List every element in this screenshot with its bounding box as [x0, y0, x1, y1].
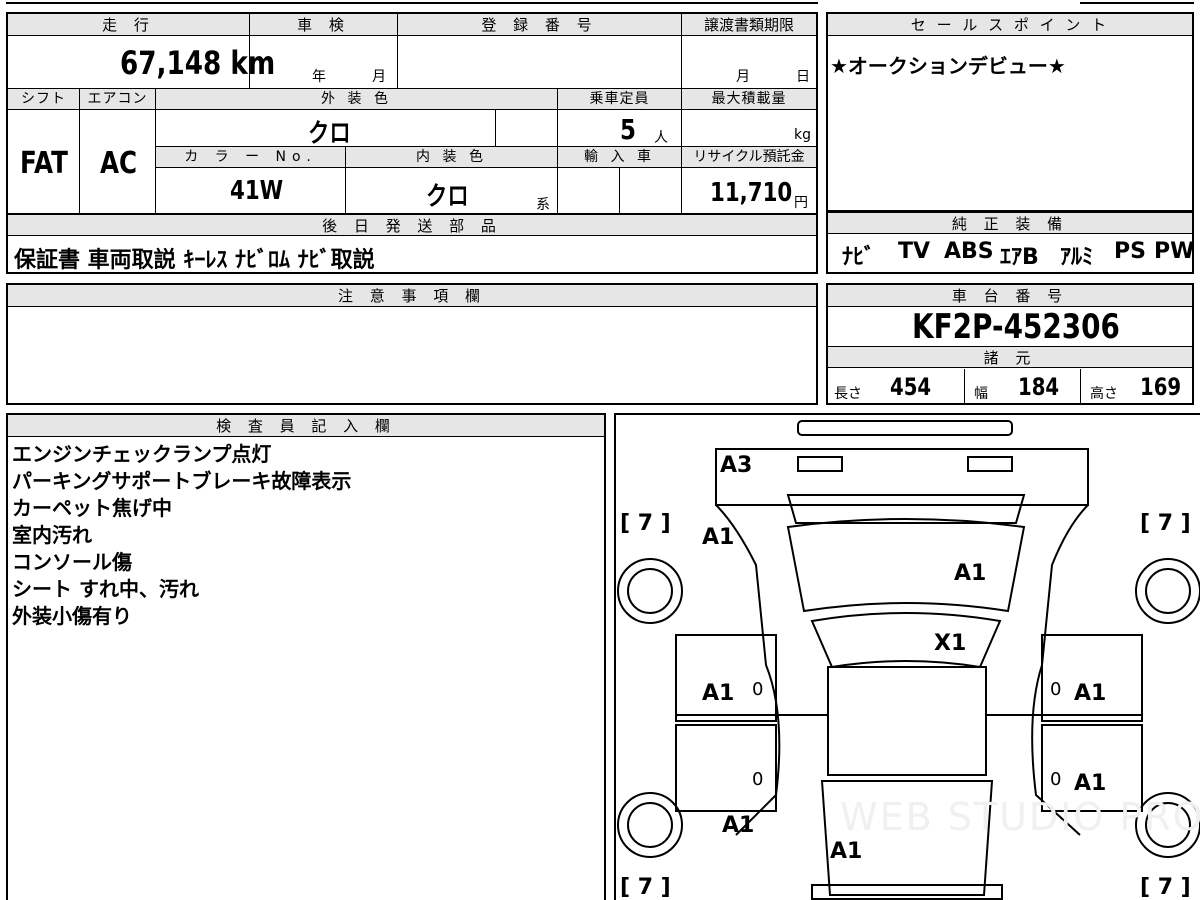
bracket-front-left: [ 7 ]: [620, 875, 671, 900]
damage-mark-right-rear-door: A1: [1074, 771, 1107, 796]
later-parts-value: 保証書 車両取説 ｷｰﾚｽ ﾅﾋﾞﾛﾑ ﾅﾋﾞ取説: [14, 248, 375, 273]
sales-point-box: セ ー ル ス ポ イ ン ト ★オークションデビュー★: [826, 12, 1194, 212]
aircon-header: エアコン: [80, 89, 156, 110]
equip-alloy: ｱﾙﾐ: [1060, 245, 1094, 270]
chassis-header: 車 台 番 号: [828, 285, 1192, 307]
damage-mark-left-rear-quarter: A1: [722, 813, 755, 838]
color-no-value: 41W: [230, 176, 284, 206]
notes-header: 注 意 事 項 欄: [8, 285, 816, 307]
equip-tv: TV: [898, 239, 931, 264]
chassis-number: KF2P-452306: [912, 307, 1120, 347]
capacity-unit: 人: [654, 130, 668, 146]
mileage-header: 走 行: [8, 14, 250, 36]
inspector-note: パーキングサポートブレーキ故障表示: [12, 469, 352, 493]
later-parts-header: 後 日 発 送 部 品: [8, 214, 816, 236]
inspector-note: カーペット焦げ中: [12, 496, 172, 520]
length-value: 454: [890, 373, 932, 401]
deadline-month-unit: 月: [736, 69, 750, 85]
registration-value: [398, 36, 682, 89]
inspector-note: シート すれ中、汚れ: [12, 577, 199, 601]
inspection-year-unit: 年: [312, 69, 326, 85]
damage-mark-left-fender: A1: [702, 525, 735, 550]
damage-mark-rear-center: A1: [830, 839, 863, 864]
aircon-value: AC: [100, 146, 138, 181]
damage-mark-windshield: X1: [934, 631, 967, 656]
bracket-rear-right: [ 7 ]: [1140, 511, 1191, 536]
inspector-note: コンソール傷: [12, 550, 132, 574]
damage-mark-left-front-door: A1: [702, 681, 735, 706]
height-value: 169: [1140, 373, 1182, 401]
inspection-header: 車 検: [250, 14, 398, 36]
damage-mark-hood: A1: [954, 561, 987, 586]
recycle-fee-value: 11,710: [710, 178, 793, 208]
zero-mark-left-2: 0: [752, 769, 764, 790]
inspector-box: 検 査 員 記 入 欄 エンジンチェックランプ点灯 パーキングサポートブレーキ故…: [6, 413, 606, 900]
recycle-fee-header: リサイクル預託金: [682, 147, 816, 168]
exterior-color-value: クロ: [308, 119, 351, 149]
shift-header: シフト: [8, 89, 80, 110]
bracket-rear-left: [ 7 ]: [620, 511, 671, 536]
capacity-header: 乗車定員: [558, 89, 682, 110]
max-load-unit: kg: [794, 127, 811, 143]
top-border-fragment-right: [1080, 0, 1194, 4]
interior-color-header: 内 装 色: [346, 147, 558, 168]
equip-airbag: ｴｱB: [1000, 245, 1039, 270]
color-no-header: カ ラ ー No.: [156, 147, 346, 168]
damage-mark-rear-roof: A3: [720, 453, 753, 478]
height-label: 高さ: [1090, 386, 1118, 402]
registration-header: 登 録 番 号: [398, 14, 682, 36]
interior-suffix: 系: [536, 197, 550, 213]
interior-color-value: クロ: [426, 182, 469, 212]
length-label: 長さ: [834, 386, 862, 402]
width-value: 184: [1018, 373, 1060, 401]
width-label: 幅: [974, 386, 988, 402]
damage-mark-right-front-door: A1: [1074, 681, 1107, 706]
max-load-header: 最大積載量: [682, 89, 816, 110]
transfer-deadline-header: 譲渡書類期限: [682, 14, 816, 36]
chassis-box: 車 台 番 号 KF2P-452306 諸 元 長さ 454 幅 184 高さ …: [826, 283, 1194, 405]
notes-box: 注 意 事 項 欄: [6, 283, 818, 405]
specs-header: 諸 元: [828, 346, 1192, 368]
top-border-fragment: [6, 0, 818, 4]
deadline-day-unit: 日: [796, 69, 810, 85]
sales-point-header: セ ー ル ス ポ イ ン ト: [828, 14, 1192, 36]
inspector-note: 外装小傷有り: [12, 604, 132, 628]
inspection-month-unit: 月: [372, 69, 386, 85]
zero-mark-right-2: 0: [1050, 769, 1062, 790]
equip-ps: PS: [1114, 239, 1146, 264]
capacity-value: 5: [620, 113, 636, 146]
car-damage-diagram: WEB STUDIO PRO [ 7 ] [ 7 ] [ 7 ] [ 7 ] A…: [614, 413, 1200, 900]
bracket-front-right: [ 7 ]: [1140, 875, 1191, 900]
zero-mark-left-1: 0: [752, 679, 764, 700]
exterior-color-header: 外 装 色: [156, 89, 558, 110]
zero-mark-right-1: 0: [1050, 679, 1062, 700]
recycle-fee-unit: 円: [794, 195, 808, 211]
equip-navi: ﾅﾋﾞ: [842, 245, 876, 270]
equip-abs: ABS: [944, 239, 994, 264]
inspector-note: エンジンチェックランプ点灯: [12, 442, 272, 466]
import-header: 輸 入 車: [558, 147, 682, 168]
genuine-equipment-header: 純 正 装 備: [828, 212, 1192, 234]
inspector-header: 検 査 員 記 入 欄: [8, 415, 604, 437]
vehicle-info-table: 走 行 車 検 登 録 番 号 譲渡書類期限 67,148 km 年 月 月 日…: [6, 12, 818, 274]
equip-pw: PW: [1154, 239, 1195, 264]
shift-value: FAT: [20, 146, 68, 181]
sales-point-text: ★オークションデビュー★: [830, 54, 1066, 78]
inspector-note: 室内汚れ: [12, 523, 92, 547]
diagram-watermark: WEB STUDIO PRO: [840, 795, 1200, 839]
